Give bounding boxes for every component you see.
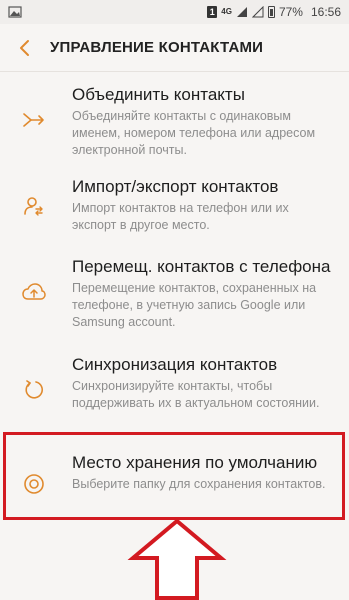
setting-title: Синхронизация контактов (72, 355, 278, 374)
setting-import-export[interactable]: Импорт/экспорт контактов Импорт контакто… (0, 164, 349, 244)
setting-text: Импорт/экспорт контактов Импорт контакто… (72, 164, 333, 244)
setting-merge-contacts[interactable]: Объединить контакты Объединяйте контакты… (0, 72, 349, 164)
setting-default-storage[interactable]: Место хранения по умолчанию Выберите пап… (0, 440, 349, 530)
sim-indicator: 1 (207, 6, 218, 18)
setting-sync-contacts[interactable]: Синхронизация контактов Синхронизируйте … (0, 342, 349, 440)
setting-description: Объединяйте контакты с одинаковым именем… (72, 109, 316, 157)
clock: 16:56 (310, 5, 341, 19)
setting-title: Объединить контакты (72, 85, 245, 104)
merge-icon (22, 108, 46, 132)
setting-description: Перемещение контактов, сохраненных на те… (72, 281, 317, 329)
setting-description: Импорт контактов на телефон или их экспо… (72, 201, 289, 232)
back-button[interactable] (0, 24, 50, 72)
signal-2-icon (251, 6, 264, 18)
back-arrow-icon (20, 39, 29, 56)
cloud-upload-icon (22, 280, 46, 304)
setting-description: Выберите папку для сохранения контактов. (72, 477, 326, 491)
setting-text: Место хранения по умолчанию Выберите пап… (72, 440, 326, 530)
sync-icon (22, 378, 46, 402)
setting-move-contacts[interactable]: Перемещ. контактов с телефона Перемещени… (0, 244, 349, 342)
setting-title: Перемещ. контактов с телефона (72, 257, 331, 276)
import-export-icon (22, 194, 46, 218)
signal-icon (236, 7, 247, 17)
battery-icon (267, 6, 275, 18)
image-notification-icon (8, 6, 22, 18)
setting-text: Объединить контакты Объединяйте контакты… (72, 72, 333, 164)
status-bar-left (8, 6, 207, 18)
status-bar-right: 1 4G 77% 16:56 (207, 5, 341, 19)
page-title: УПРАВЛЕНИЕ КОНТАКТАМИ (50, 39, 264, 56)
battery-percent: 77% (278, 5, 303, 19)
setting-text: Синхронизация контактов Синхронизируйте … (72, 342, 333, 440)
setting-text: Перемещ. контактов с телефона Перемещени… (72, 244, 333, 342)
app-header: УПРАВЛЕНИЕ КОНТАКТАМИ (0, 24, 349, 72)
settings-list: Объединить контакты Объединяйте контакты… (0, 72, 349, 530)
setting-description: Синхронизируйте контакты, чтобы поддержи… (72, 379, 320, 410)
up-arrow-icon (127, 518, 227, 600)
network-type: 4G (221, 7, 232, 16)
setting-title: Место хранения по умолчанию (72, 453, 318, 472)
setting-title: Импорт/экспорт контактов (72, 177, 279, 196)
storage-icon (22, 472, 46, 496)
pointer-arrow (127, 518, 227, 600)
status-bar: 1 4G 77% 16:56 (0, 0, 349, 24)
